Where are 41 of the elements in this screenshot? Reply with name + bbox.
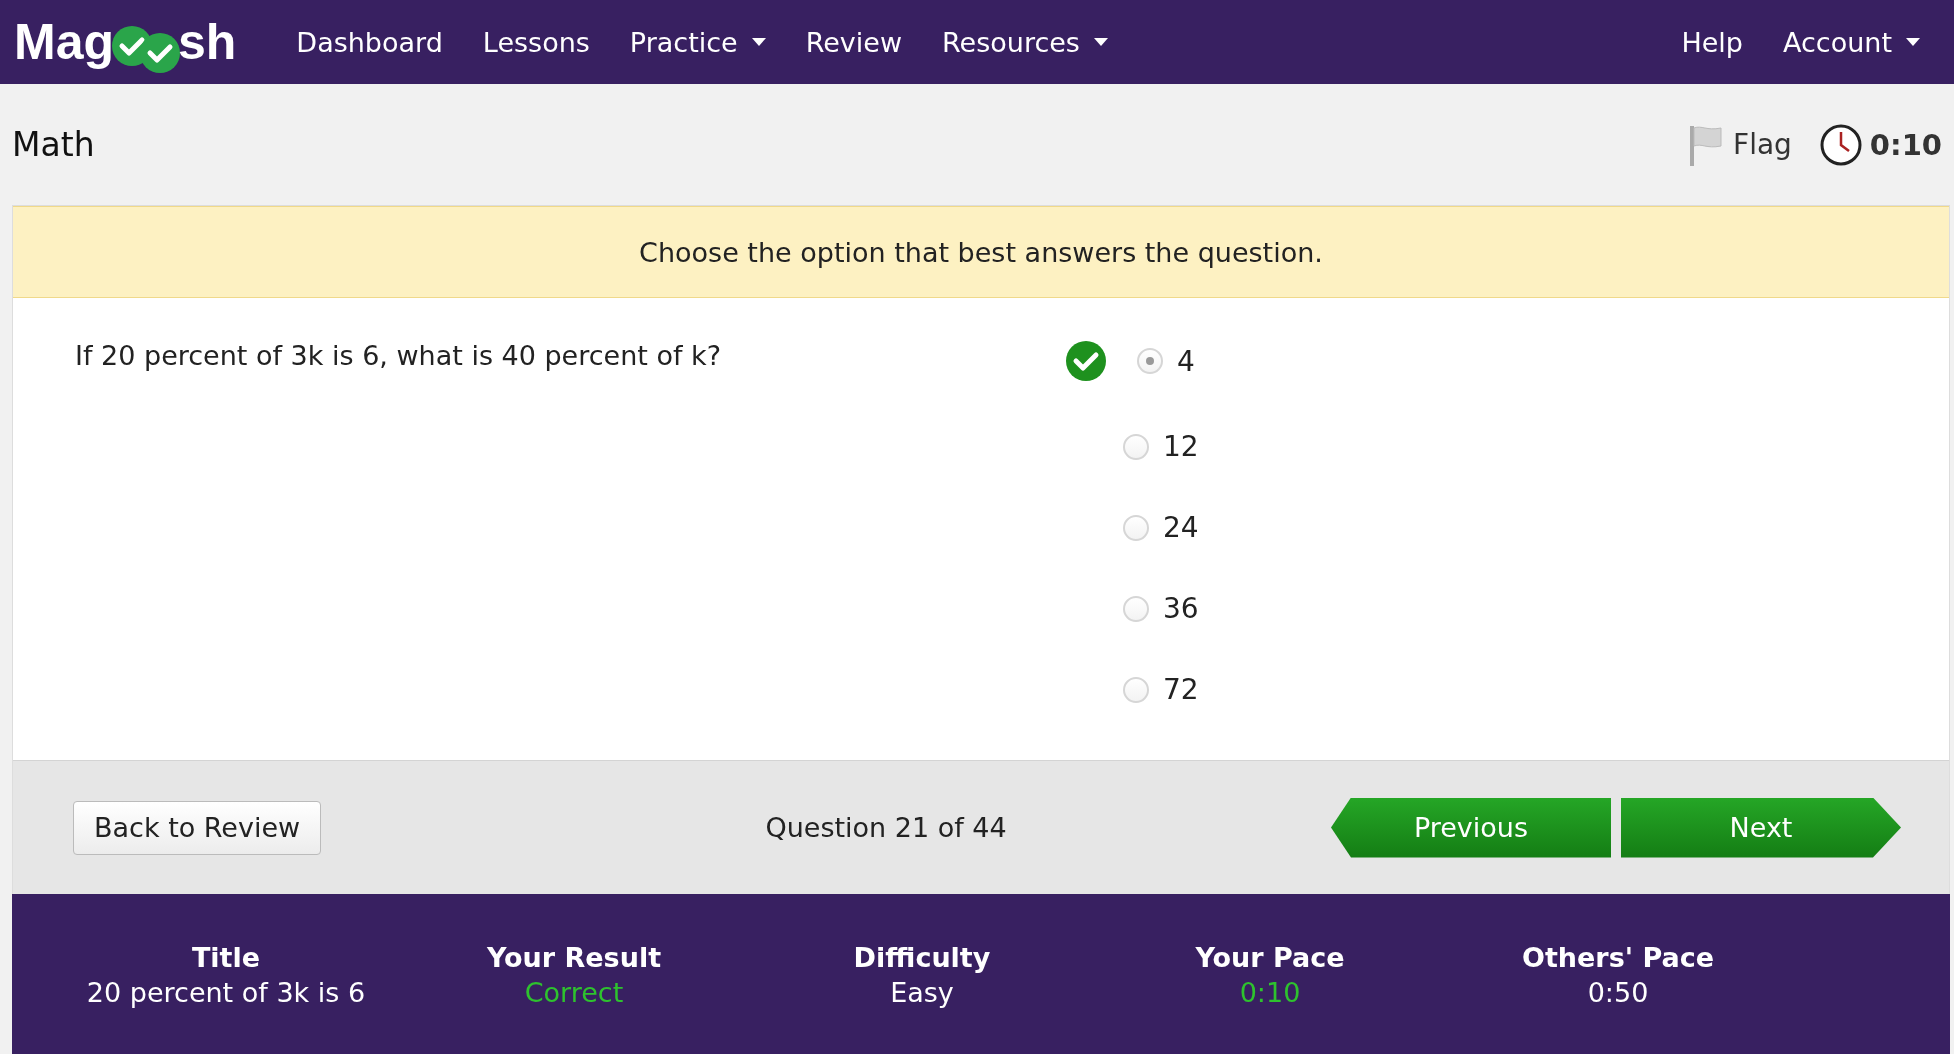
check-circle-icon: [140, 33, 180, 73]
nav-link[interactable]: Dashboard: [276, 26, 463, 58]
stat-label: Your Result: [486, 942, 662, 973]
option-label: 12: [1163, 430, 1199, 463]
clock-icon: [1819, 123, 1862, 166]
radio-button[interactable]: [1123, 433, 1149, 460]
option-label: 36: [1163, 592, 1199, 625]
question-counter: Question 21 of 44: [764, 812, 1008, 843]
stat-label: Your Pace: [1195, 942, 1345, 973]
section-title: Math: [12, 125, 95, 164]
stat-value: Correct: [524, 977, 624, 1008]
instruction-text: Choose the option that best answers the question.: [639, 236, 1323, 268]
logo-text: Mag: [14, 13, 114, 71]
nav-link[interactable]: Account: [1763, 26, 1940, 58]
nav-link[interactable]: Lessons: [462, 26, 610, 58]
nav-link[interactable]: Help: [1661, 26, 1763, 58]
previous-button[interactable]: Previous: [1331, 797, 1611, 858]
back-button[interactable]: Back to Review: [73, 800, 322, 855]
stat-label: Difficulty: [853, 942, 991, 973]
flag-icon: [1689, 123, 1724, 166]
stat-label: Others' Pace: [1521, 942, 1714, 973]
logo-text: sh: [178, 13, 237, 71]
next-button[interactable]: Next: [1621, 797, 1901, 858]
nav-link[interactable]: Review: [785, 26, 923, 58]
timer: 0:10: [1869, 127, 1942, 162]
nav-link[interactable]: Resources: [922, 26, 1128, 58]
question-text: If 20 percent of 3k is 6, what is 40 percent of k?: [75, 340, 722, 371]
stat-value: 20 percent of 3k is 6: [86, 977, 366, 1008]
option-label: 4: [1177, 344, 1195, 378]
option-label: 72: [1163, 673, 1199, 706]
stat-label: Title: [191, 942, 261, 973]
stat-value: 0:50: [1587, 977, 1649, 1008]
radio-button[interactable]: [1137, 348, 1163, 374]
stat-value: Easy: [890, 977, 954, 1008]
nav-link[interactable]: Practice: [609, 26, 786, 58]
radio-button[interactable]: [1123, 514, 1149, 541]
stat-value: 0:10: [1239, 977, 1301, 1008]
option-label: 24: [1163, 511, 1199, 544]
flag-button[interactable]: Flag: [1689, 123, 1792, 166]
radio-button[interactable]: [1123, 676, 1149, 703]
radio-button[interactable]: [1123, 595, 1149, 622]
